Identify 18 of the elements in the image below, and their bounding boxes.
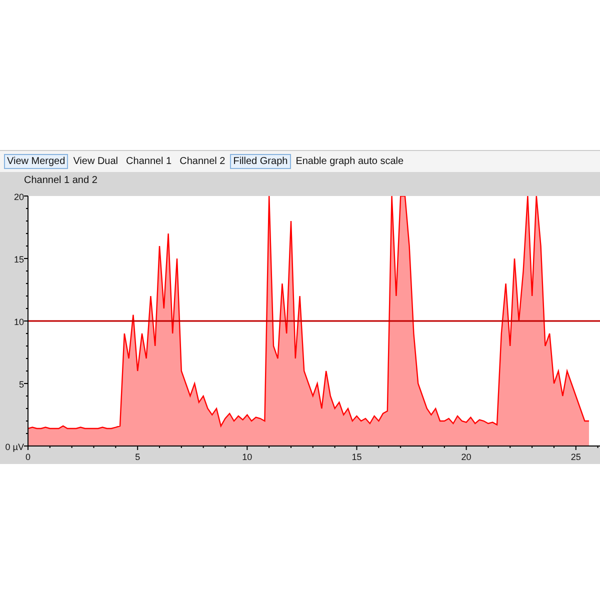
- y-tick-label: 0 µV: [5, 442, 24, 452]
- y-tick-label: 15: [14, 254, 24, 264]
- x-tick-label: 15: [352, 452, 362, 460]
- y-tick-label: 5: [18, 380, 24, 390]
- chart-title: Channel 1 and 2: [24, 174, 98, 186]
- toolbar-button[interactable]: Channel 2: [176, 154, 228, 169]
- toolbar-button[interactable]: View Dual: [70, 154, 122, 169]
- toolbar-button[interactable]: View Merged: [4, 154, 68, 169]
- toolbar-button[interactable]: Filled Graph: [230, 154, 291, 169]
- x-tick-label: 25: [570, 452, 581, 460]
- y-tick-label: 10: [14, 317, 24, 327]
- x-tick-label: 5: [135, 452, 140, 460]
- toolbar-button[interactable]: Channel 1: [123, 154, 175, 169]
- toolbar-button[interactable]: Enable graph auto scale: [292, 154, 407, 169]
- x-tick-label: 10: [242, 452, 252, 460]
- x-tick-label: 20: [461, 452, 472, 460]
- y-tick-label: 20: [14, 192, 24, 202]
- x-tick-label: 0: [26, 452, 30, 460]
